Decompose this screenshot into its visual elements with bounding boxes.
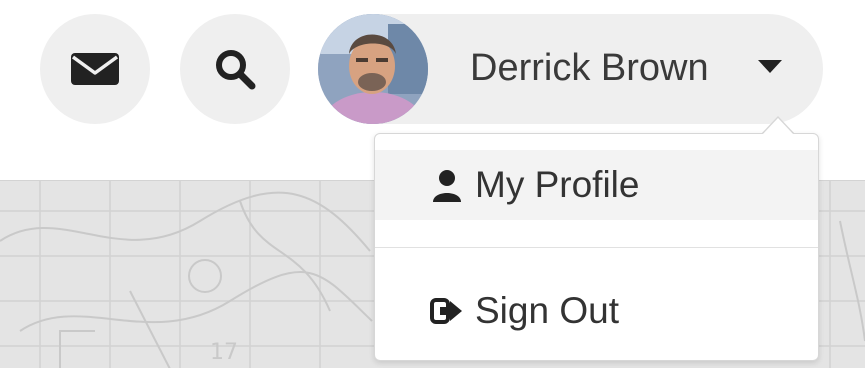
user-menu-toggle[interactable]: Derrick Brown — [318, 14, 823, 124]
messages-button[interactable] — [40, 14, 150, 124]
envelope-icon — [71, 53, 119, 85]
page: 17 Derrick Brown My Profile Sign Out — [0, 0, 865, 368]
menu-item-label: My Profile — [475, 164, 640, 205]
avatar — [318, 14, 428, 124]
dropdown-pointer — [762, 118, 794, 135]
search-button[interactable] — [180, 14, 290, 124]
caret-down-icon — [758, 60, 782, 73]
menu-item-my-profile[interactable]: My Profile — [375, 150, 818, 220]
menu-item-sign-out[interactable]: Sign Out — [375, 276, 818, 346]
menu-divider — [375, 247, 818, 248]
user-dropdown-menu: My Profile Sign Out — [374, 133, 819, 361]
search-icon — [216, 50, 256, 90]
sign-out-icon — [430, 298, 462, 324]
user-icon — [433, 170, 461, 202]
svg-text:17: 17 — [210, 340, 238, 365]
user-name: Derrick Brown — [470, 47, 709, 89]
menu-item-label: Sign Out — [475, 290, 619, 331]
user-avatar-photo — [318, 14, 428, 124]
